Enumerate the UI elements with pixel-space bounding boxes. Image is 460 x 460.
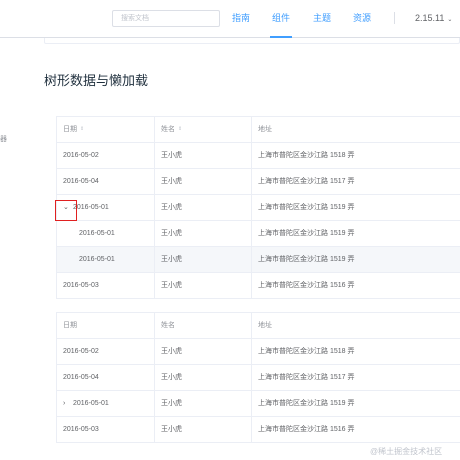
table-row-child: 2016-05-01 王小虎 上海市普陀区金沙江路 1519 弄	[57, 221, 460, 247]
highlight-box	[55, 200, 77, 221]
header-name[interactable]: 姓名 ⇕	[155, 117, 252, 142]
sort-icon[interactable]: ⇕	[80, 126, 84, 132]
header-date: 日期	[57, 313, 155, 338]
version-dropdown[interactable]: 2.15.11 ⌄	[415, 12, 452, 26]
nav-link-guide[interactable]: 指南	[232, 12, 250, 24]
table-row-expanded: ⌄ 2016-05-01 王小虎 上海市普陀区金沙江路 1519 弄	[57, 195, 460, 221]
cell-address: 上海市普陀区金沙江路 1519 弄	[258, 230, 355, 237]
table-row: 2016-05-02 王小虎 上海市普陀区金沙江路 1518 弄	[57, 339, 460, 365]
cell-date: 2016-05-04	[57, 169, 155, 194]
cell-date: 2016-05-03	[57, 273, 155, 298]
cell-name: 王小虎	[155, 169, 252, 194]
section-title: 树形数据与懒加载	[44, 73, 149, 88]
cell-address: 上海市普陀区金沙江路 1516 弄	[258, 426, 355, 433]
tree-table: 日期 ⇕ 姓名 ⇕ 地址 2016-05-02 王小虎 上海市普陀区金沙江路 151…	[56, 116, 460, 299]
cell-name: 王小虎	[155, 273, 252, 298]
table-row: 2016-05-04 王小虎 上海市普陀区金沙江路 1517 弄	[57, 365, 460, 391]
header-date[interactable]: 日期 ⇕	[57, 117, 155, 142]
cell-date: 2016-05-01	[57, 221, 155, 246]
top-navbar: 搜索文档 指南 组件 主题 资源 2.15.11 ⌄	[0, 0, 460, 38]
cell-address: 上海市普陀区金沙江路 1517 弄	[258, 374, 355, 381]
cell-name: 王小虎	[155, 143, 252, 168]
cell-name: 王小虎	[155, 417, 252, 442]
search-input[interactable]: 搜索文档	[112, 10, 220, 27]
cell-address: 上海市普陀区金沙江路 1519 弄	[258, 400, 355, 407]
header-address: 地址	[258, 126, 272, 133]
nav-link-components[interactable]: 组件	[272, 12, 290, 24]
cell-date: 2016-05-02	[57, 339, 155, 364]
previous-demo-block	[44, 38, 460, 44]
cell-date: 2016-05-04	[57, 365, 155, 390]
cell-date: 2016-05-03	[57, 417, 155, 442]
table-row-collapsed: › 2016-05-01 王小虎 上海市普陀区金沙江路 1519 弄	[57, 391, 460, 417]
version-label: 2.15.11	[415, 13, 445, 23]
table-row: 2016-05-04 王小虎 上海市普陀区金沙江路 1517 弄	[57, 169, 460, 195]
cell-date: 2016-05-01	[57, 247, 155, 272]
cell-address: 上海市普陀区金沙江路 1518 弄	[258, 348, 355, 355]
cell-name: 王小虎	[155, 365, 252, 390]
cell-name: 王小虎	[155, 221, 252, 246]
cell-name: 王小虎	[155, 339, 252, 364]
cell-name: 王小虎	[155, 247, 252, 272]
table-row-child: 2016-05-01 王小虎 上海市普陀区金沙江路 1519 弄	[57, 247, 460, 273]
header-address: 地址	[258, 322, 272, 329]
nav-link-resources[interactable]: 资源	[353, 12, 371, 24]
table-row: 2016-05-03 王小虎 上海市普陀区金沙江路 1516 弄	[57, 417, 460, 443]
nav-divider	[394, 12, 395, 24]
nav-link-theme[interactable]: 主题	[313, 12, 331, 24]
chevron-down-icon: ⌄	[447, 17, 453, 23]
cell-date: › 2016-05-01	[57, 391, 155, 416]
cell-address: 上海市普陀区金沙江路 1516 弄	[258, 282, 355, 289]
cell-name: 王小虎	[155, 391, 252, 416]
table-row: 2016-05-02 王小虎 上海市普陀区金沙江路 1518 弄	[57, 143, 460, 169]
sort-icon[interactable]: ⇕	[178, 126, 182, 132]
cell-date: 2016-05-02	[57, 143, 155, 168]
cell-name: 王小虎	[155, 195, 252, 220]
cell-address: 上海市普陀区金沙江路 1518 弄	[258, 152, 355, 159]
watermark: @稀土掘金技术社区	[370, 447, 443, 456]
header-name: 姓名	[155, 313, 252, 338]
table-row: 2016-05-03 王小虎 上海市普陀区金沙江路 1516 弄	[57, 273, 460, 299]
cell-address: 上海市普陀区金沙江路 1519 弄	[258, 204, 355, 211]
table-header-row: 日期 姓名 地址	[57, 313, 460, 339]
sidebar-fragment: 器	[0, 136, 7, 143]
lazy-table: 日期 姓名 地址 2016-05-02 王小虎 上海市普陀区金沙江路 1518 …	[56, 312, 460, 443]
cell-address: 上海市普陀区金沙江路 1517 弄	[258, 178, 355, 185]
table-header-row: 日期 ⇕ 姓名 ⇕ 地址	[57, 117, 460, 143]
cell-address: 上海市普陀区金沙江路 1519 弄	[258, 256, 355, 263]
chevron-right-icon[interactable]: ›	[63, 391, 73, 416]
